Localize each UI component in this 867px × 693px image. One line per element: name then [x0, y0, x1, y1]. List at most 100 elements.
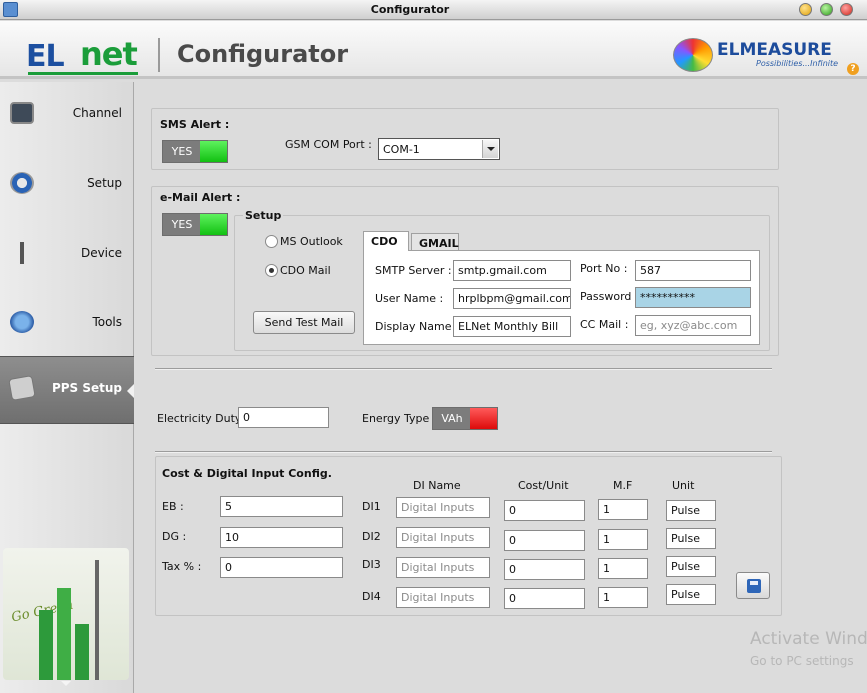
cost-unit-input[interactable]: 0: [504, 559, 585, 580]
pps-icon: [8, 375, 36, 401]
title-bar: Configurator: [0, 0, 867, 20]
cc-mail-label: CC Mail :: [580, 318, 629, 331]
building-icon: [39, 610, 53, 680]
eb-label: EB :: [162, 500, 184, 513]
eb-input[interactable]: 5: [220, 496, 343, 517]
save-button[interactable]: [736, 572, 770, 599]
cc-mail-input[interactable]: eg, xyz@abc.com: [635, 315, 751, 336]
mf-input[interactable]: 1: [598, 529, 648, 550]
device-icon: [10, 242, 34, 264]
tax-label: Tax % :: [162, 560, 202, 573]
unit-field[interactable]: Pulse: [666, 500, 716, 521]
unit-field[interactable]: Pulse: [666, 528, 716, 549]
dg-input[interactable]: 10: [220, 527, 343, 548]
mf-header: M.F: [613, 479, 633, 492]
di-label: DI4: [362, 590, 381, 603]
di-name-input[interactable]: Digital Inputs: [396, 587, 490, 608]
energy-type-toggle[interactable]: VAh: [432, 407, 498, 430]
activation-watermark: Activate Wind: [750, 629, 867, 649]
user-name-input[interactable]: hrplbpm@gmail.com: [453, 288, 571, 309]
logo-net-text: net: [80, 35, 138, 73]
display-name-label: Display Name :: [375, 320, 459, 333]
unit-field[interactable]: Pulse: [666, 584, 716, 605]
gsm-com-port-value: COM-1: [383, 143, 420, 156]
window-title: Configurator: [370, 3, 450, 16]
email-alert-title: e-Mail Alert :: [160, 191, 241, 204]
toggle-knob: [200, 214, 227, 235]
di-label: DI3: [362, 558, 381, 571]
help-icon[interactable]: ?: [847, 63, 859, 75]
gsm-com-port-select[interactable]: COM-1: [378, 138, 500, 160]
smtp-server-input[interactable]: smtp.gmail.com: [453, 260, 571, 281]
building-icon: [57, 588, 71, 680]
logo-underline: [28, 72, 138, 75]
tools-icon: [10, 311, 34, 333]
port-no-input[interactable]: 587: [635, 260, 751, 281]
cdo-mail-radio[interactable]: [265, 264, 278, 277]
di-name-input[interactable]: Digital Inputs: [396, 527, 490, 548]
electricity-duty-label: Electricity Duty: [157, 412, 242, 425]
energy-type-label: Energy Type: [362, 412, 430, 425]
ms-outlook-label: MS Outlook: [280, 235, 343, 248]
tax-input[interactable]: 0: [220, 557, 343, 578]
scroll-down-icon[interactable]: [61, 681, 71, 686]
sidebar: Channel Setup Device Tools PPS Setup Go …: [0, 82, 134, 693]
header-separator: [158, 38, 160, 72]
user-name-label: User Name :: [375, 292, 444, 305]
tab-cdo[interactable]: CDO: [363, 231, 409, 251]
pps-setup-panel: SMS Alert : YES GSM COM Port : COM-1 e-M…: [135, 82, 867, 693]
sidebar-item-label: Tools: [92, 315, 122, 329]
section-divider: [155, 451, 772, 453]
smtp-server-label: SMTP Server :: [375, 264, 452, 277]
active-arrow-icon: [127, 384, 134, 398]
di-name-header: DI Name: [413, 479, 461, 492]
sidebar-item-tools[interactable]: Tools: [0, 291, 134, 359]
sidebar-item-pps-setup[interactable]: PPS Setup: [0, 356, 134, 424]
chevron-down-icon: [482, 140, 498, 158]
email-setup-title: Setup: [243, 209, 284, 222]
mf-input[interactable]: 1: [598, 587, 648, 608]
email-alert-toggle[interactable]: YES: [162, 213, 228, 236]
toggle-knob: [470, 408, 497, 429]
app-header: EL net Configurator ELMEASURE Possibilit…: [0, 21, 867, 79]
gsm-port-label: GSM COM Port :: [285, 138, 372, 151]
sms-alert-toggle[interactable]: YES: [162, 140, 228, 163]
close-button[interactable]: [840, 3, 853, 16]
sidebar-item-label: Channel: [72, 106, 122, 120]
di-name-input[interactable]: Digital Inputs: [396, 497, 490, 518]
wind-turbine-icon: [95, 560, 99, 680]
sidebar-item-device[interactable]: Device: [0, 222, 134, 290]
brand-tagline: Possibilities...Infinite: [756, 59, 839, 68]
mf-input[interactable]: 1: [598, 558, 648, 579]
password-input[interactable]: **********: [635, 287, 751, 308]
ms-outlook-radio[interactable]: [265, 235, 278, 248]
sms-toggle-label: YES: [171, 145, 193, 158]
cost-unit-input[interactable]: 0: [504, 530, 585, 551]
sidebar-item-setup[interactable]: Setup: [0, 152, 134, 220]
sidebar-item-channel[interactable]: Channel: [0, 82, 134, 150]
maximize-button[interactable]: [820, 3, 833, 16]
display-name-input[interactable]: ELNet Monthly Bill: [453, 316, 571, 337]
mf-input[interactable]: 1: [598, 499, 648, 520]
cost-config-title: Cost & Digital Input Config.: [162, 467, 332, 480]
brand-logo-icon: [673, 38, 713, 72]
channel-icon: [10, 102, 34, 124]
electricity-duty-input[interactable]: 0: [238, 407, 329, 428]
di-name-input[interactable]: Digital Inputs: [396, 557, 490, 578]
cost-unit-input[interactable]: 0: [504, 500, 585, 521]
send-test-mail-button[interactable]: Send Test Mail: [253, 311, 355, 334]
minimize-button[interactable]: [799, 3, 812, 16]
save-disk-icon: [747, 579, 761, 593]
cost-unit-input[interactable]: 0: [504, 588, 585, 609]
cost-unit-header: Cost/Unit: [518, 479, 569, 492]
unit-field[interactable]: Pulse: [666, 556, 716, 577]
app-title: Configurator: [177, 40, 349, 68]
email-toggle-label: YES: [171, 218, 193, 231]
section-divider: [155, 368, 772, 370]
sidebar-item-label: Setup: [87, 176, 122, 190]
activation-watermark-sub: Go to PC settings: [750, 654, 854, 668]
password-label: Password :: [580, 290, 639, 303]
go-green-banner: Go Green: [3, 548, 129, 680]
port-no-label: Port No :: [580, 262, 628, 275]
di-label: DI1: [362, 500, 381, 513]
